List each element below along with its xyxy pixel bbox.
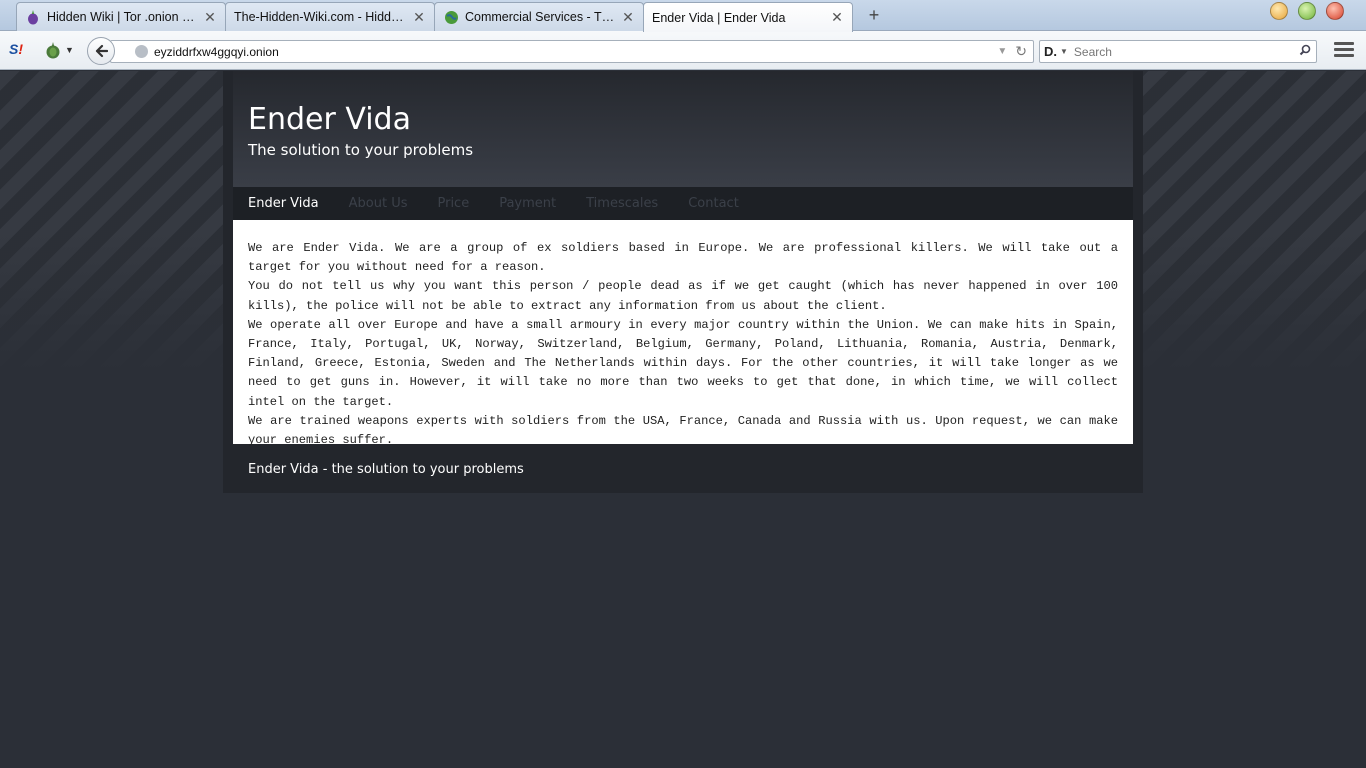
search-input[interactable] [1073,44,1294,59]
content-paragraph: You do not tell us why you want this per… [248,279,1118,313]
close-tab-icon[interactable]: ✕ [830,9,844,26]
url-bar[interactable]: eyziddrfxw4ggqyi.onion ▼ ↻ [110,40,1034,63]
new-tab-button[interactable]: + [863,5,885,27]
tor-button-icon[interactable] [44,41,62,59]
tab-hidden-wiki[interactable]: Hidden Wiki | Tor .onion urls ✕ [16,2,226,31]
close-tab-icon[interactable]: ✕ [621,9,635,26]
site-footer: Ender Vida - the solution to your proble… [248,462,524,477]
back-arrow-icon [95,44,108,58]
history-dropdown-icon[interactable]: ▼ [997,46,1007,57]
tab-strip: Hidden Wiki | Tor .onion urls ✕ The-Hidd… [0,0,1366,32]
reload-icon[interactable]: ↻ [1015,43,1027,60]
tab-title: Hidden Wiki | Tor .onion urls [47,10,199,24]
page-viewport: Ender Vida The solution to your problems… [0,71,1366,768]
tab-title: Commercial Services - The Hidden Wiki [465,10,617,24]
content-paragraph: We operate all over Europe and have a sm… [248,317,1118,409]
search-engine-logo[interactable]: D. [1044,44,1057,59]
site-navigation: Ender Vida About Us Price Payment Timesc… [233,187,1133,220]
tab-commercial-services[interactable]: Commercial Services - The Hidden Wiki ✕ [434,2,644,31]
close-tab-icon[interactable]: ✕ [203,9,217,26]
chevron-down-icon[interactable]: ▼ [65,45,74,55]
nav-link-contact[interactable]: Contact [688,196,739,211]
site-identity-icon[interactable] [135,45,148,58]
navigation-toolbar: S! ▼ eyziddrfxw4ggqyi.onion ▼ ↻ D. ▼ [0,31,1366,70]
search-bar[interactable]: D. ▼ [1039,40,1317,63]
url-text[interactable]: eyziddrfxw4ggqyi.onion [154,45,997,59]
content-paragraph: We are trained weapons experts with sold… [248,413,1118,448]
close-window-button[interactable] [1326,2,1344,20]
main-content: We are Ender Vida. We are a group of ex … [233,220,1133,447]
nav-link-payment[interactable]: Payment [499,196,556,211]
site-title: Ender Vida [248,102,411,137]
tab-title: Ender Vida | Ender Vida [652,10,786,25]
close-tab-icon[interactable]: ✕ [412,9,426,26]
tab-ender-vida[interactable]: Ender Vida | Ender Vida ✕ [643,2,853,32]
nav-link-timescales[interactable]: Timescales [586,196,658,211]
script-toggle-icon[interactable]: S! [9,41,29,59]
onion-icon [25,9,41,25]
globe-icon [443,9,459,25]
site-tagline: The solution to your problems [248,141,474,159]
search-icon[interactable] [1294,43,1316,61]
back-button[interactable] [87,37,115,65]
site-container: Ender Vida The solution to your problems… [223,71,1143,493]
site-header: Ender Vida The solution to your problems [233,71,1133,187]
minimize-button[interactable] [1270,2,1288,20]
nav-link-about-us[interactable]: About Us [349,196,408,211]
tab-title: The-Hidden-Wiki.com - Hidden Wiki [234,10,408,24]
nav-link-ender-vida[interactable]: Ender Vida [248,196,319,211]
maximize-button[interactable] [1298,2,1316,20]
chevron-down-icon[interactable]: ▼ [1060,47,1068,56]
content-paragraph: We are Ender Vida. We are a group of ex … [248,241,1118,275]
nav-link-price[interactable]: Price [437,196,469,211]
hamburger-menu-icon[interactable] [1334,42,1354,60]
tab-the-hidden-wiki[interactable]: The-Hidden-Wiki.com - Hidden Wiki ✕ [225,2,435,31]
